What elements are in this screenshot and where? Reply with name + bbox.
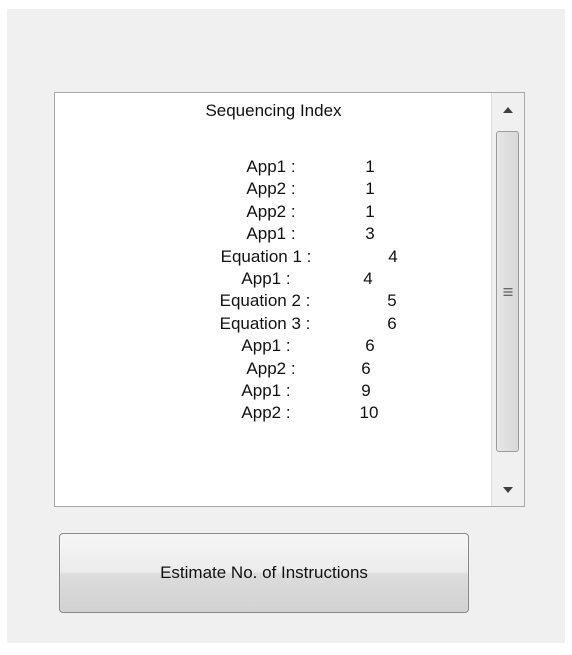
list-item-value: 6 — [361, 358, 371, 378]
list-item-label: App2 : — [246, 179, 296, 199]
list-title: Sequencing Index — [205, 101, 342, 120]
list-item[interactable]: App2 : 10 — [55, 402, 492, 424]
list-item-value: 1 — [365, 179, 375, 199]
list-item[interactable]: App1 : 9 — [55, 380, 492, 402]
list-item-value: 5 — [387, 291, 397, 311]
scroll-up-button[interactable] — [492, 93, 524, 126]
list-item-label: App2 : — [241, 403, 291, 423]
list-item[interactable]: App1 : 6 — [55, 335, 492, 357]
list-item-label: App1 : — [246, 224, 296, 244]
list-item-label: App2 : — [246, 358, 296, 378]
list-item-value: 4 — [363, 268, 373, 288]
list-item-value: 3 — [365, 224, 375, 244]
list-item[interactable]: App1 : 3 — [55, 223, 492, 245]
vertical-scrollbar[interactable] — [491, 93, 524, 506]
sequencing-index-listbox[interactable]: Sequencing Index App1 : 1 App2 : 1 App2 … — [54, 92, 525, 507]
list-item-label: App1 : — [246, 157, 296, 176]
list-item-value: 1 — [365, 201, 375, 221]
list-item-value: 9 — [361, 380, 371, 400]
scroll-up-arrow-icon — [503, 106, 513, 113]
list-item[interactable]: Equation 1 : 4 — [55, 246, 492, 268]
list-item-label: App1 : — [241, 336, 291, 356]
list-item-label: Equation 1 : — [220, 246, 312, 266]
list-item-label: App1 : — [241, 380, 291, 400]
list-item[interactable]: Equation 2 : 5 — [55, 290, 492, 312]
list-item-value: 6 — [387, 313, 397, 333]
estimate-instructions-button[interactable]: Estimate No. of Instructions — [59, 533, 469, 613]
scroll-grip-icon — [503, 287, 512, 296]
scroll-down-arrow-icon — [503, 486, 513, 493]
list-item[interactable]: Equation 3 : 6 — [55, 313, 492, 335]
list-item-value: 4 — [388, 246, 398, 266]
scroll-down-button[interactable] — [492, 473, 524, 506]
list-item-value: 10 — [359, 403, 379, 423]
list-item[interactable]: App1 : 4 — [55, 268, 492, 290]
list-item[interactable]: App2 : 6 — [55, 358, 492, 380]
list-item-label: Equation 3 : — [219, 313, 311, 333]
list-item-label: App2 : — [246, 201, 296, 221]
list-item-value: 6 — [365, 336, 375, 356]
scrollbar-thumb[interactable] — [496, 131, 519, 452]
list-item[interactable]: App2 : 1 — [55, 201, 492, 223]
list-item[interactable]: App1 : 1 — [55, 156, 492, 178]
list-item[interactable]: App2 : 1 — [55, 178, 492, 200]
list-rows: App1 : 1 App2 : 1 App2 : 1 App1 : 3 Equa… — [55, 156, 492, 425]
list-item-label: Equation 2 : — [219, 291, 311, 311]
list-item-value: 1 — [365, 157, 375, 176]
listbox-content: Sequencing Index App1 : 1 App2 : 1 App2 … — [55, 93, 492, 506]
list-item-label: App1 : — [241, 268, 291, 288]
